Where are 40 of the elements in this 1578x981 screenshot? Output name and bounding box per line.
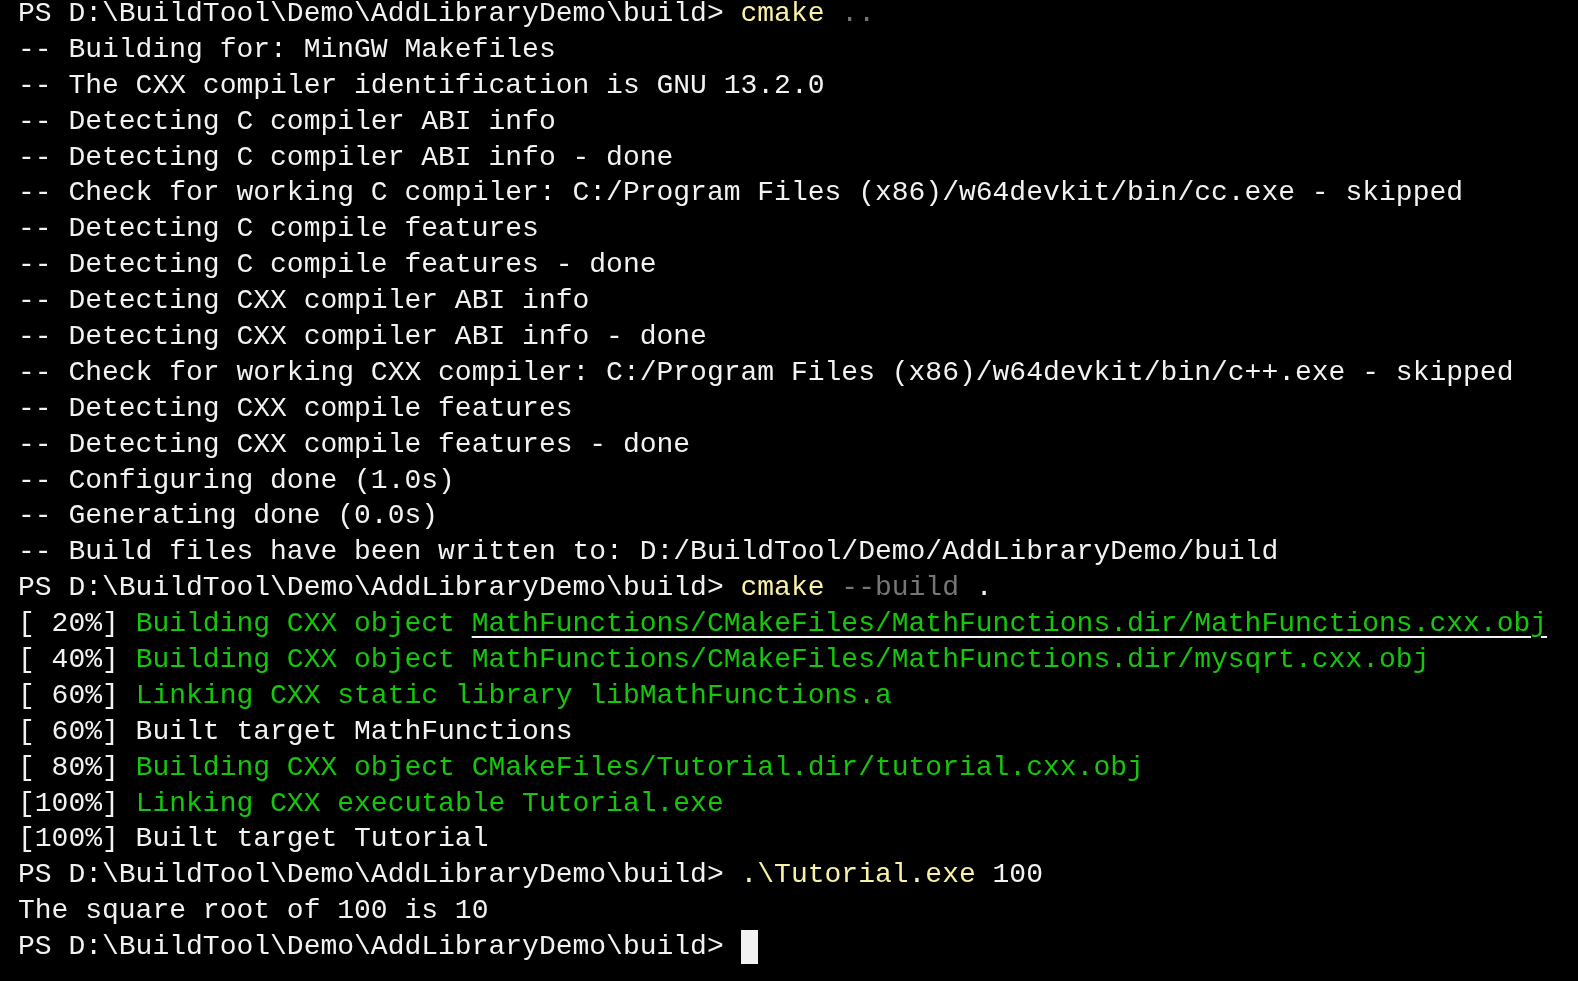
output-text: [ 20%]: [18, 607, 119, 642]
output-text: .: [975, 571, 993, 606]
build-step-text: Building CXX object MathFunctions/CMakeFiles/MathFunctions.dir/mysqrt.cxx.obj: [135, 643, 1430, 678]
output-text: The square root of 100 is 10: [18, 894, 489, 929]
output-text: -- Detecting C compile features: [18, 212, 539, 247]
output-text: -- The CXX compiler identification is GNU 13.2.0: [18, 68, 825, 103]
file-path-link[interactable]: MathFunctions/CMakeFiles/MathFunctions.dir/MathFunctions.cxx.obj: [471, 606, 1548, 643]
output-text: [100%] Built target Tutorial: [18, 822, 489, 857]
output-text: [100%]: [18, 786, 119, 821]
prompt-text: PS D:\BuildTool\Demo\AddLibraryDemo\build>: [18, 0, 724, 31]
build-step-text: Building CXX object: [135, 607, 455, 642]
output-text: [ 60%] Built target MathFunctions: [18, 714, 573, 749]
build-step-text: Linking CXX static library libMathFunctions.a: [135, 678, 892, 713]
output-text: [ 60%]: [18, 678, 119, 713]
output-text: -- Detecting C compiler ABI info: [18, 104, 556, 139]
output-text: [ 80%]: [18, 750, 119, 785]
output-text: -- Building for: MinGW Makefiles: [18, 32, 556, 67]
build-step-text: Building CXX object CMakeFiles/Tutorial.dir/tutorial.cxx.obj: [135, 750, 1144, 785]
output-text: -- Check for working CXX compiler: C:/Program Files (x86)/w64devkit/bin/c++.exe - skipped: [18, 355, 1514, 390]
output-text: -- Detecting CXX compiler ABI info - done: [18, 320, 707, 354]
output-text: [ 40%]: [18, 643, 119, 678]
output-text: -- Check for working C compiler: C:/Program Files (x86)/w64devkit/bin/cc.exe - skipped: [18, 176, 1464, 211]
prompt-text: PS D:\BuildTool\Demo\AddLibraryDemo\build>: [18, 858, 724, 893]
output-text: -- Generating done (0.0s): [18, 499, 439, 534]
argument-text: ..: [841, 0, 875, 31]
output-text: -- Detecting CXX compile features: [18, 391, 573, 426]
output-text: -- Detecting C compiler ABI info - done: [18, 140, 674, 175]
prompt-text: PS D:\BuildTool\Demo\AddLibraryDemo\build>: [18, 930, 724, 965]
output-text: -- Detecting C compile features - done: [18, 248, 657, 283]
command-text: cmake: [740, 571, 825, 606]
command-text: .\Tutorial.exe: [740, 858, 976, 893]
command-text: cmake: [740, 0, 825, 31]
output-text: -- Build files have been written to: D:/BuildTool/Demo/AddLibraryDemo/build: [18, 535, 1279, 570]
build-step-text: Linking CXX executable Tutorial.exe: [135, 786, 724, 821]
output-text: -- Detecting CXX compiler ABI info: [18, 284, 590, 319]
argument-text: --build: [841, 571, 959, 606]
prompt-text: PS D:\BuildTool\Demo\AddLibraryDemo\build>: [18, 571, 724, 606]
output-text: 100: [992, 858, 1043, 893]
output-text: -- Detecting CXX compile features - done: [18, 427, 691, 462]
output-text: -- Configuring done (1.0s): [18, 463, 455, 498]
